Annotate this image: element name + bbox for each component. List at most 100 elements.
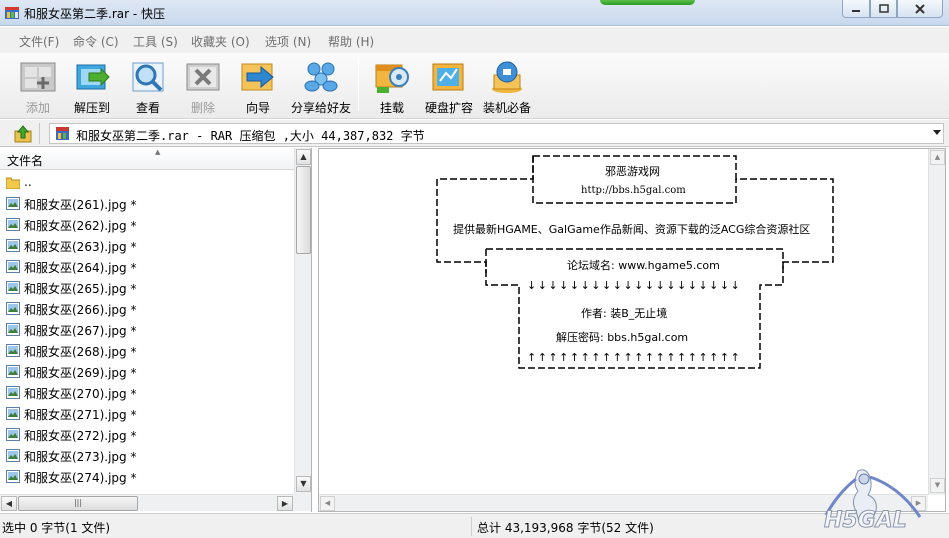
rar-file-icon xyxy=(56,127,69,140)
comment-vertical-scrollbar[interactable]: ▲ ▼ xyxy=(928,149,945,495)
mount-button[interactable]: 挂载 xyxy=(362,53,422,117)
file-row[interactable]: 和服女巫(271).jpg * xyxy=(0,403,294,424)
mount-label: 挂载 xyxy=(379,101,404,115)
image-file-icon xyxy=(6,344,20,357)
close-icon xyxy=(915,3,925,14)
file-row[interactable]: 和服女巫(261).jpg * xyxy=(0,193,294,214)
comment-up-arrows: ↑↑↑↑↑↑↑↑↑↑↑↑↑↑↑↑↑↑↑↑ xyxy=(527,351,742,364)
share-friends-button[interactable]: 分享给好友 xyxy=(291,53,351,117)
menu-favorites[interactable]: 收藏夹 (O) xyxy=(191,33,250,50)
h5gal-watermark-logo: H5GAL xyxy=(824,469,922,534)
disk-expand-button[interactable]: 硬盘扩容 xyxy=(419,53,479,117)
delete-button[interactable]: 删除 xyxy=(173,53,233,117)
file-list-vertical-scrollbar[interactable]: ▲ ▼ xyxy=(294,148,311,494)
scroll-left-icon[interactable]: ◀ xyxy=(1,496,17,511)
install-essentials-label: 装机必备 xyxy=(482,101,531,115)
file-row[interactable]: 和服女巫(265).jpg * xyxy=(0,277,294,298)
file-row[interactable]: 和服女巫(263).jpg * xyxy=(0,235,294,256)
status-divider xyxy=(471,517,472,536)
comment-scroll-down-icon[interactable]: ▼ xyxy=(930,478,945,493)
menu-bar: 文件(F) 命令 (C) 工具 (S) 收藏夹 (O) 选项 (N) 帮助 (H… xyxy=(0,27,949,53)
title-accent xyxy=(600,0,695,5)
minimize-icon xyxy=(852,9,860,12)
menu-help[interactable]: 帮助 (H) xyxy=(328,33,374,50)
file-row[interactable]: 和服女巫(272).jpg * xyxy=(0,424,294,445)
delete-icon xyxy=(186,63,220,91)
file-row[interactable]: 和服女巫(266).jpg * xyxy=(0,298,294,319)
file-list-horizontal-scrollbar[interactable]: ◀ ||| ▶ xyxy=(0,494,294,511)
column-header-filename[interactable]: ▲ 文件名 xyxy=(0,148,294,170)
file-name: 和服女巫(269).jpg * xyxy=(24,366,137,380)
minimize-button[interactable] xyxy=(842,0,870,18)
file-row[interactable]: 和服女巫(273).jpg * xyxy=(0,445,294,466)
horizontal-scroll-thumb[interactable]: ||| xyxy=(18,496,138,511)
up-folder-icon xyxy=(14,125,32,143)
file-name: 和服女巫(274).jpg * xyxy=(24,471,137,485)
disk-expand-label: 硬盘扩容 xyxy=(424,101,473,115)
wizard-arrow-icon xyxy=(241,63,274,91)
scroll-thumb[interactable] xyxy=(296,166,311,254)
comment-site-url[interactable]: http://bbs.h5gal.com xyxy=(581,185,686,196)
file-name: 和服女巫(273).jpg * xyxy=(24,450,137,464)
status-total: 总计 43,193,968 字节(52 文件) xyxy=(477,521,654,535)
watermark-text: H5GAL xyxy=(824,508,907,533)
address-text: 和服女巫第二季.rar - RAR 压缩包 ,大小 44,387,832 字节 xyxy=(76,129,425,143)
extract-to-button[interactable]: 解压到 xyxy=(62,53,122,117)
file-row[interactable]: 和服女巫(270).jpg * xyxy=(0,382,294,403)
comment-password: 解压密码: bbs.h5gal.com xyxy=(556,331,689,344)
scroll-up-icon[interactable]: ▲ xyxy=(296,149,311,165)
image-file-icon xyxy=(6,386,20,399)
install-essentials-button[interactable]: 装机必备 xyxy=(477,53,537,117)
address-dropdown-icon[interactable] xyxy=(933,130,941,135)
menu-options[interactable]: 选项 (N) xyxy=(265,33,311,50)
scroll-down-icon[interactable]: ▼ xyxy=(296,476,311,492)
wizard-label: 向导 xyxy=(245,101,270,115)
add-label: 添加 xyxy=(25,101,50,115)
comment-scroll-left-icon[interactable]: ◀ xyxy=(320,496,335,511)
file-name: 和服女巫(263).jpg * xyxy=(24,240,137,254)
archive-comment-panel: 邪恶游戏网 http://bbs.h5gal.com 提供最新HGAME、Gal… xyxy=(318,148,946,512)
file-row[interactable]: 和服女巫(264).jpg * xyxy=(0,256,294,277)
close-button[interactable] xyxy=(897,0,943,18)
address-field[interactable]: 和服女巫第二季.rar - RAR 压缩包 ,大小 44,387,832 字节 xyxy=(49,123,944,144)
toolbar-separator xyxy=(358,59,359,111)
comment-site-name: 邪恶游戏网 xyxy=(605,165,660,178)
comment-frame xyxy=(436,155,834,369)
add-archive-icon xyxy=(20,62,56,92)
file-name: 和服女巫(272).jpg * xyxy=(24,429,137,443)
file-row[interactable]: 和服女巫(269).jpg * xyxy=(0,361,294,382)
file-name: 和服女巫(264).jpg * xyxy=(24,261,137,275)
maximize-button[interactable] xyxy=(870,0,897,18)
scroll-right-icon[interactable]: ▶ xyxy=(277,496,293,511)
sort-ascending-icon: ▲ xyxy=(155,148,161,156)
menu-file[interactable]: 文件(F) xyxy=(19,33,59,50)
image-file-icon xyxy=(6,218,20,231)
file-row[interactable]: 和服女巫(262).jpg * xyxy=(0,214,294,235)
delete-label: 删除 xyxy=(190,101,215,115)
file-list-panel: ▲ 文件名 .. 和服女巫(261).jpg * 和服女巫(262).jpg * 和… xyxy=(0,148,312,512)
disk-expand-icon xyxy=(432,63,464,91)
file-row[interactable]: 和服女巫(268).jpg * xyxy=(0,340,294,361)
toolbar: 添加 解压到 查看 删除 向导 分享给好友 挂载 硬盘扩容 装机必备 xyxy=(0,53,949,119)
file-row[interactable]: 和服女巫(267).jpg * xyxy=(0,319,294,340)
parent-folder-row[interactable]: .. xyxy=(0,172,294,193)
install-essentials-icon xyxy=(492,61,522,93)
extract-to-icon xyxy=(76,64,110,90)
file-row[interactable]: 和服女巫(274).jpg * xyxy=(0,466,294,487)
view-label: 查看 xyxy=(135,101,160,115)
comment-forum-domain: 论坛域名: www.hgame5.com xyxy=(567,259,720,272)
image-file-icon xyxy=(6,197,20,210)
add-button[interactable]: 添加 xyxy=(8,53,68,117)
view-button[interactable]: 查看 xyxy=(118,53,178,117)
image-file-icon xyxy=(6,449,20,462)
menu-command[interactable]: 命令 (C) xyxy=(73,33,119,50)
image-file-icon xyxy=(6,260,20,273)
share-friends-label: 分享给好友 xyxy=(291,101,352,115)
up-folder-button[interactable] xyxy=(4,123,40,144)
image-file-icon xyxy=(6,323,20,336)
comment-scroll-up-icon[interactable]: ▲ xyxy=(930,150,945,165)
status-bar: 选中 0 字节(1 文件) 总计 43,193,968 字节(52 文件) xyxy=(0,513,949,538)
maximize-icon xyxy=(878,4,889,13)
wizard-button[interactable]: 向导 xyxy=(228,53,288,117)
menu-tools[interactable]: 工具 (S) xyxy=(133,33,178,50)
